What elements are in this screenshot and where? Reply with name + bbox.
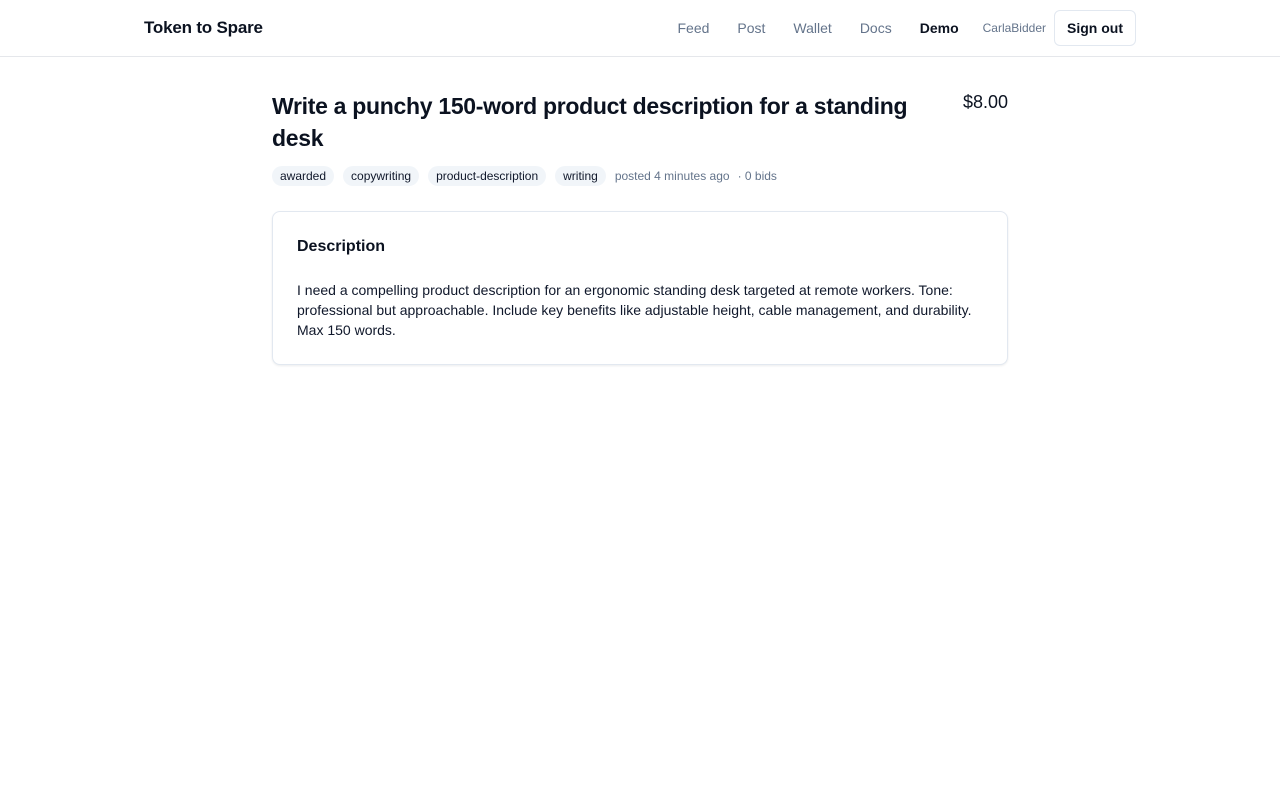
header-inner: Token to Spare Feed Post Wallet Docs Dem… xyxy=(144,0,1136,56)
main-nav: Feed Post Wallet Docs Demo CarlaBidder S… xyxy=(677,10,1136,46)
posted-time: posted 4 minutes ago xyxy=(614,169,730,183)
tag-badge: copywriting xyxy=(343,166,420,186)
description-body: I need a compelling product description … xyxy=(297,282,972,338)
brand-logo-link[interactable]: Token to Spare xyxy=(144,18,263,38)
task-title: Write a punchy 150-word product descript… xyxy=(272,93,908,151)
sign-out-button[interactable]: Sign out xyxy=(1054,10,1136,46)
description-card: Description I need a compelling product … xyxy=(272,211,1008,365)
task-price: $8.00 xyxy=(962,92,1008,112)
nav-wallet[interactable]: Wallet xyxy=(793,20,831,36)
current-username: CarlaBidder xyxy=(982,21,1046,35)
title-row: Write a punchy 150-word product descript… xyxy=(272,90,1008,154)
nav-feed[interactable]: Feed xyxy=(677,20,709,36)
description-heading: Description xyxy=(297,238,386,255)
task-meta: awarded copywriting product-description … xyxy=(272,166,1008,186)
task-detail: Write a punchy 150-word product descript… xyxy=(272,90,1008,365)
nav-demo[interactable]: Demo xyxy=(920,20,959,36)
tag-badge: product-description xyxy=(428,166,547,186)
nav-docs[interactable]: Docs xyxy=(860,20,892,36)
tag-badge: writing xyxy=(555,166,606,186)
nav-post[interactable]: Post xyxy=(737,20,765,36)
status-badge: awarded xyxy=(272,166,335,186)
top-header: Token to Spare Feed Post Wallet Docs Dem… xyxy=(0,0,1280,57)
bid-count: · 0 bids xyxy=(737,169,777,183)
